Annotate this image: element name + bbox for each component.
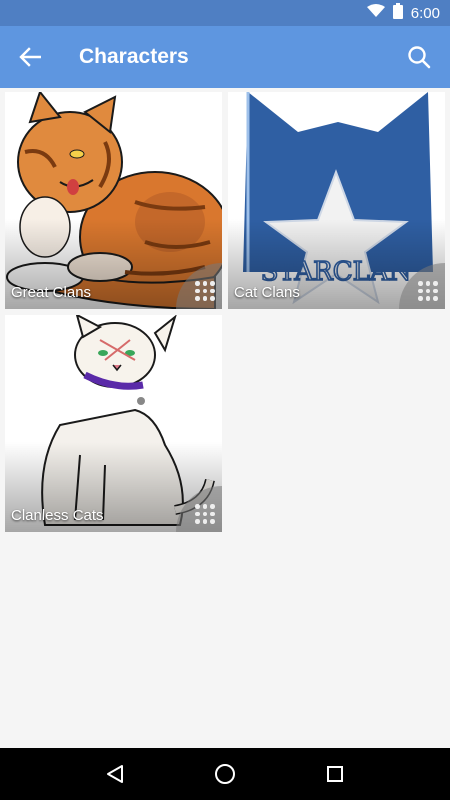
nav-back-button[interactable]	[95, 754, 135, 794]
tile-label: Clanless Cats	[11, 507, 104, 524]
home-circle-icon	[215, 764, 235, 784]
grid-dots-icon	[195, 504, 215, 524]
nav-home-button[interactable]	[205, 754, 245, 794]
grid-dots-icon	[418, 281, 438, 301]
grid-dots-icon	[195, 281, 215, 301]
tile-clanless-cats[interactable]: Clanless Cats	[5, 315, 222, 532]
battery-icon	[392, 2, 403, 24]
system-nav-bar	[0, 748, 450, 800]
search-button[interactable]	[400, 38, 438, 76]
wifi-icon	[366, 3, 385, 23]
nav-recents-button[interactable]	[315, 754, 355, 794]
status-time: 6:00	[410, 4, 440, 22]
tile-great-clans[interactable]: Great Clans	[5, 92, 222, 309]
back-triangle-icon	[107, 765, 123, 783]
back-button[interactable]	[0, 26, 60, 88]
arrow-left-icon	[19, 47, 41, 67]
recents-square-icon	[327, 766, 343, 782]
tile-label: Great Clans	[11, 284, 92, 301]
tile-label: Cat Clans	[234, 284, 300, 301]
status-bar: 6:00	[0, 0, 450, 26]
app-bar: Characters	[0, 26, 450, 88]
search-icon	[408, 46, 431, 69]
tile-cat-clans[interactable]: STARCLAN Cat Clans	[228, 92, 445, 309]
page-title: Characters	[79, 45, 189, 68]
